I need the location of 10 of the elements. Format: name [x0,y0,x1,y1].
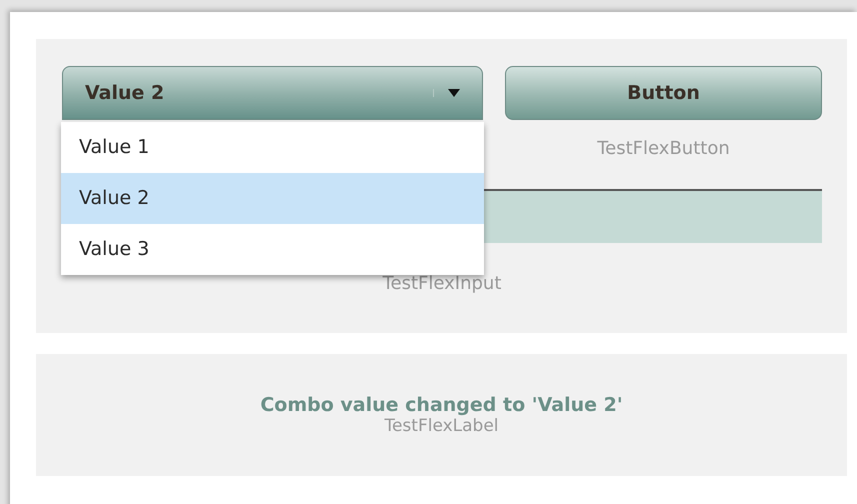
combo-box[interactable]: Value 2 [62,66,483,120]
dropdown-option[interactable]: Value 2 [61,173,484,224]
button-caption: TestFlexButton [597,138,730,159]
dropdown-option[interactable]: Value 1 [61,122,484,173]
caret-icon [433,89,460,97]
label-caption: TestFlexLabel [384,416,499,436]
input-caption: TestFlexInput [382,273,502,294]
dropdown-option[interactable]: Value 3 [61,224,484,275]
button[interactable]: Button [505,66,822,120]
status-message: Combo value changed to 'Value 2' [260,394,623,416]
